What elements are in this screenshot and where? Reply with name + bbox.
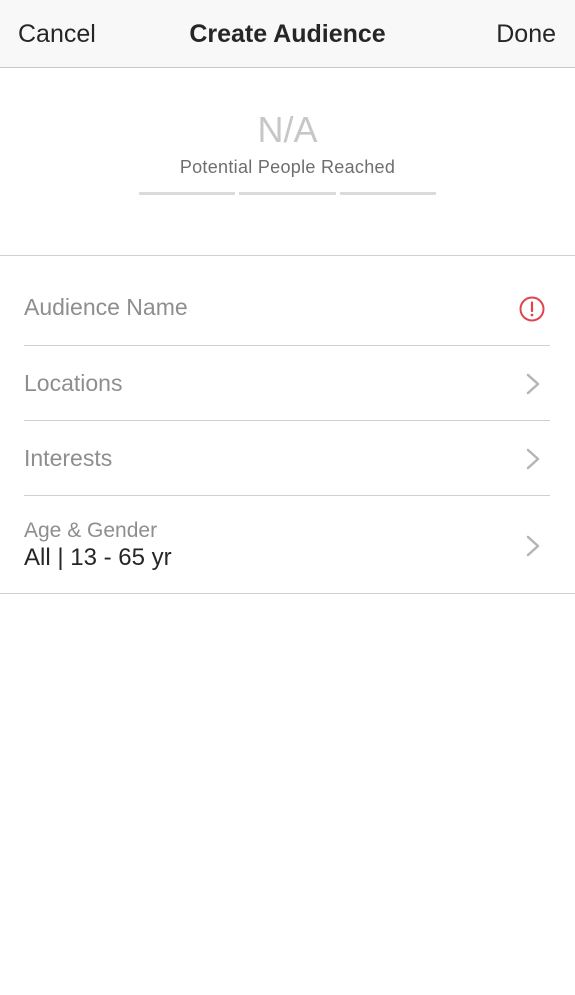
audience-settings-list: Audience Name Locations Interests Age & …: [0, 256, 575, 594]
chevron-right-icon: [526, 448, 540, 470]
locations-row[interactable]: Locations: [24, 345, 550, 420]
potential-reach-value: N/A: [257, 109, 318, 150]
potential-reach-label: Potential People Reached: [179, 157, 396, 177]
alert-circle-icon: [519, 296, 545, 322]
audience-name-label: Audience Name: [24, 294, 188, 320]
locations-label: Locations: [24, 370, 123, 396]
interests-row[interactable]: Interests: [24, 420, 550, 495]
reach-meter-segment: [339, 192, 436, 195]
potential-reach-panel: N/A Potential People Reached: [0, 68, 575, 256]
reach-meter: [139, 192, 436, 195]
cancel-button[interactable]: Cancel: [18, 0, 96, 68]
age-gender-value: All | 13 - 65 yr: [24, 544, 172, 571]
reach-meter-segment: [139, 192, 236, 195]
age-gender-row[interactable]: Age & Gender All | 13 - 65 yr: [24, 495, 550, 593]
audience-name-field[interactable]: Audience Name: [24, 256, 550, 345]
done-button[interactable]: Done: [496, 0, 556, 68]
reach-meter-segment: [239, 192, 336, 195]
age-gender-label: Age & Gender: [24, 519, 158, 542]
chevron-right-icon: [526, 535, 540, 557]
interests-label: Interests: [24, 445, 113, 471]
chevron-right-icon: [526, 373, 540, 395]
navigation-bar: Cancel Create Audience Done: [0, 0, 575, 68]
